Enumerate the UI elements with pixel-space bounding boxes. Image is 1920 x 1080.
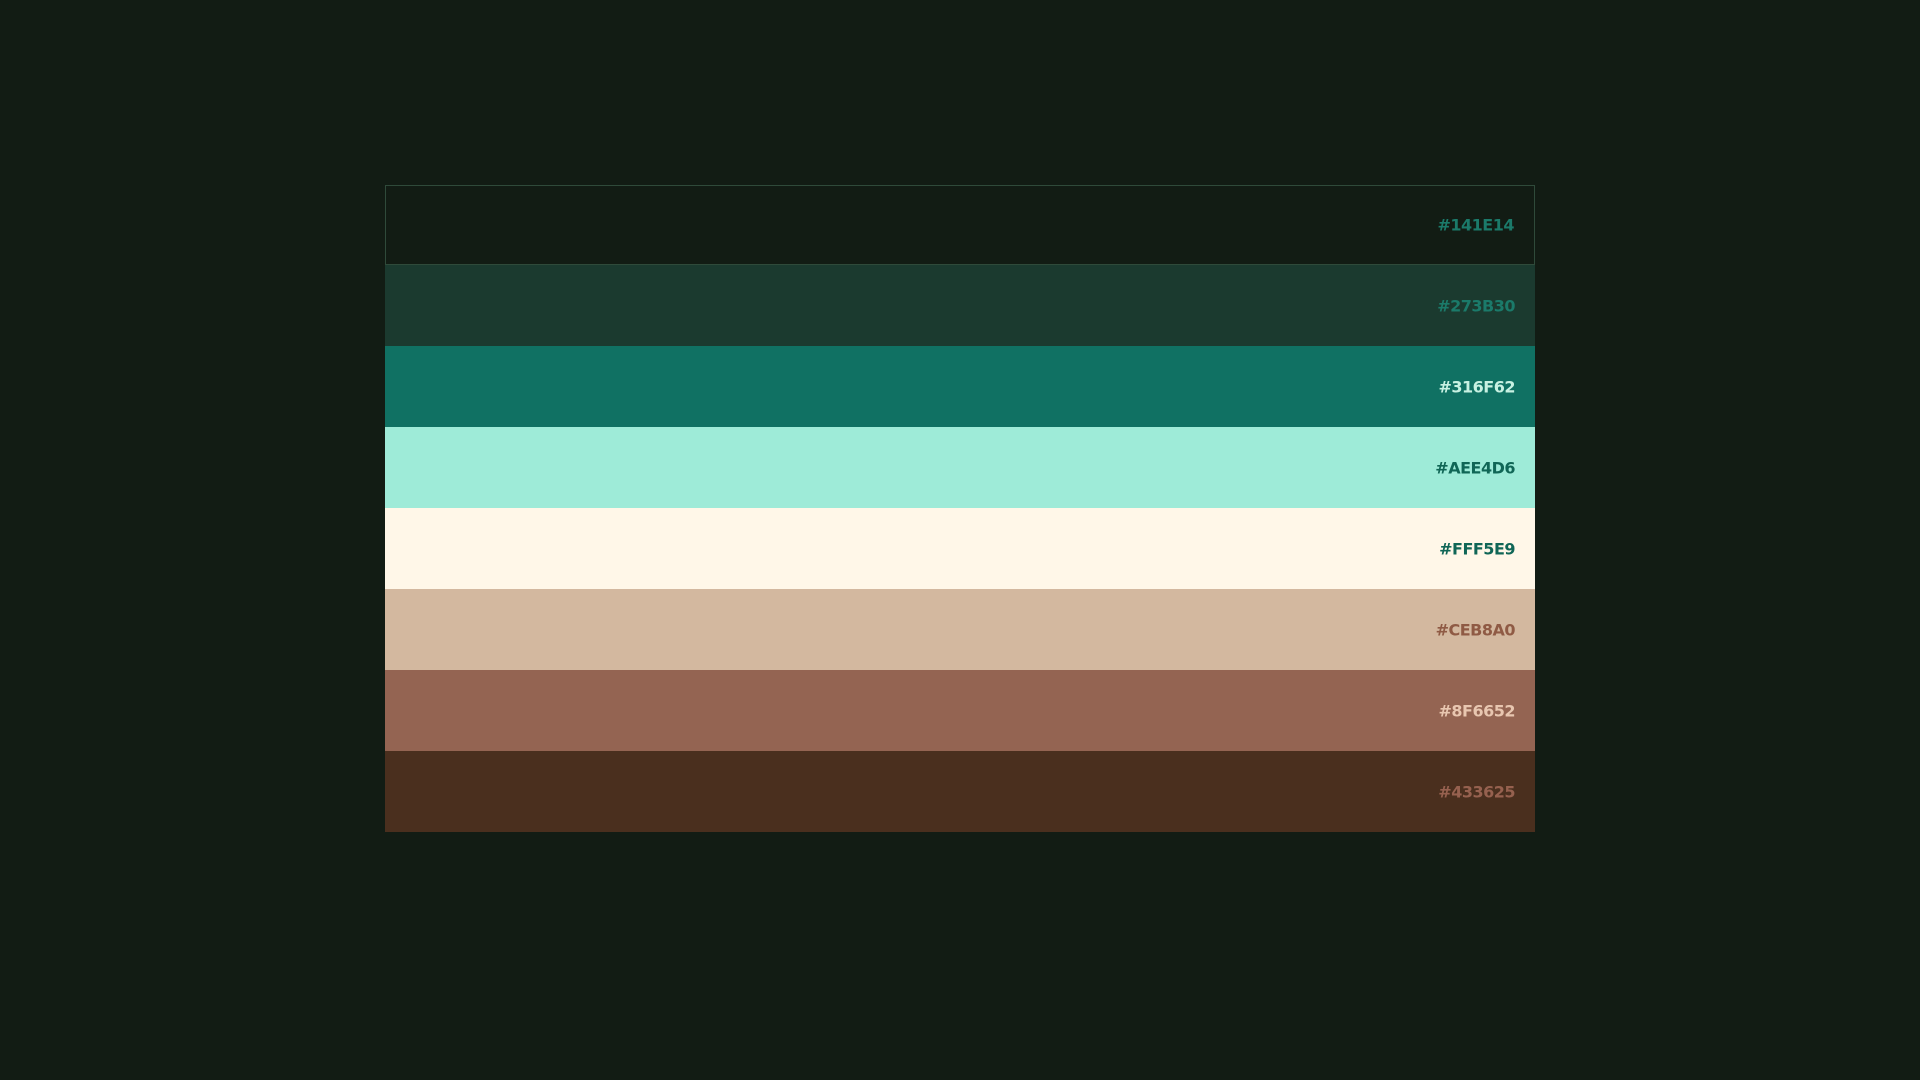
swatch-hex-label: #CEB8A0 (1435, 620, 1516, 639)
swatch-8f6652: #8F6652 (385, 670, 1535, 751)
swatch-273b30: #273B30 (385, 265, 1535, 346)
swatch-hex-label: #FFF5E9 (1439, 539, 1515, 558)
swatch-316f62: #316F62 (385, 346, 1535, 427)
swatch-fff5e9: #FFF5E9 (385, 508, 1535, 589)
color-palette: #141E14 #273B30 #316F62 #AEE4D6 #FFF5E9 … (385, 185, 1535, 832)
swatch-hex-label: #433625 (1438, 782, 1515, 801)
swatch-hex-label: #316F62 (1438, 377, 1516, 396)
swatch-hex-label: #8F6652 (1438, 701, 1516, 720)
swatch-ceb8a0: #CEB8A0 (385, 589, 1535, 670)
swatch-hex-label: #273B30 (1437, 296, 1515, 315)
swatch-aee4d6: #AEE4D6 (385, 427, 1535, 508)
swatch-433625: #433625 (385, 751, 1535, 832)
swatch-hex-label: #141E14 (1437, 215, 1515, 235)
swatch-hex-label: #AEE4D6 (1435, 458, 1515, 477)
swatch-141e14: #141E14 (385, 185, 1535, 265)
